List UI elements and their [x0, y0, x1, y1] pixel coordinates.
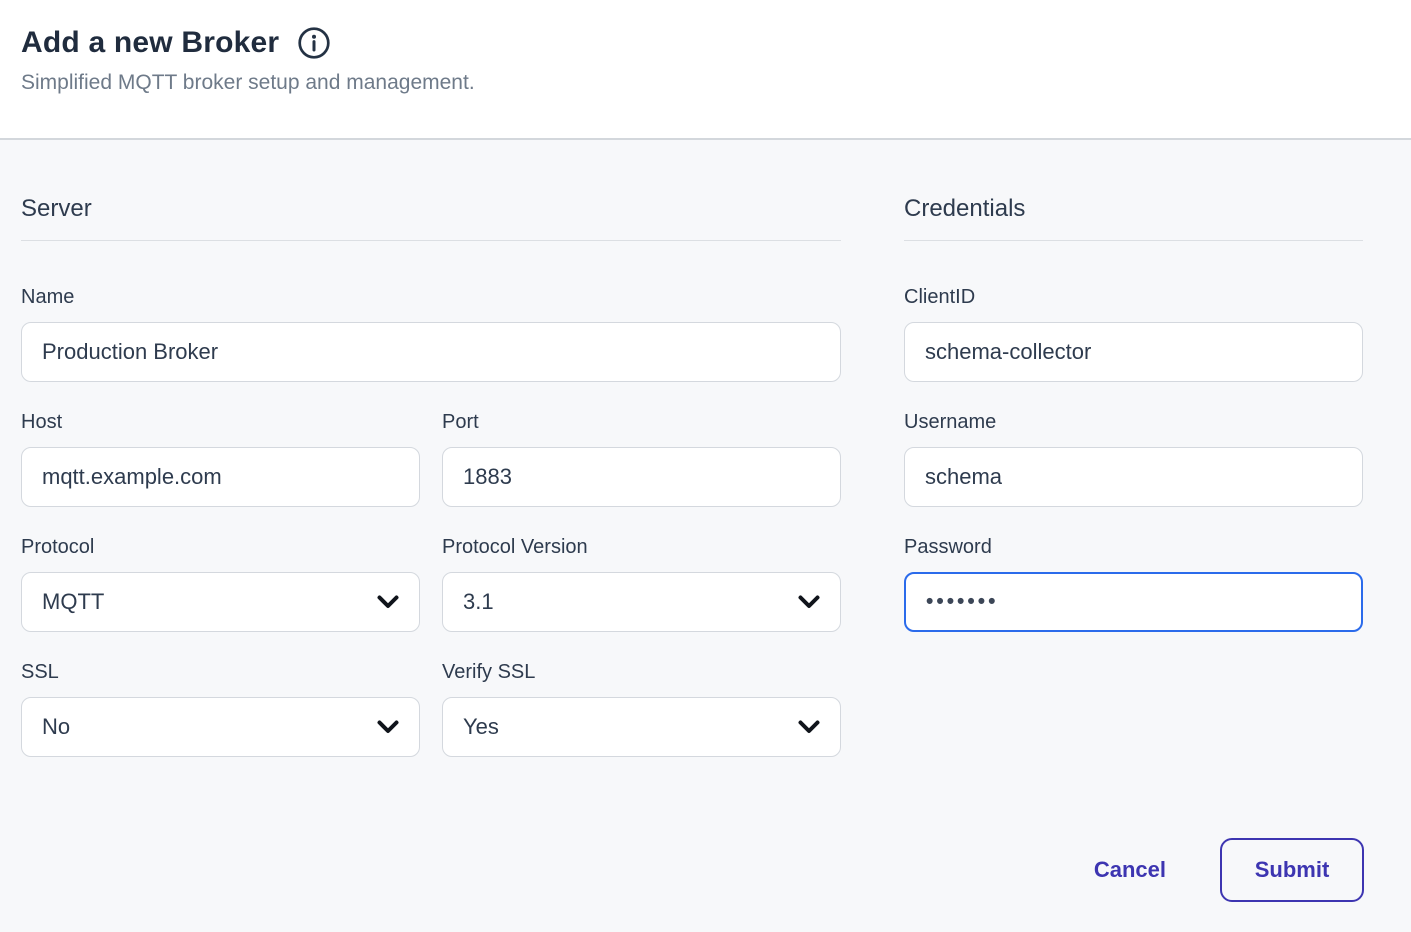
chevron-down-icon: [377, 720, 399, 734]
username-input[interactable]: [904, 447, 1363, 507]
ssl-select[interactable]: No: [21, 697, 420, 757]
credentials-section: Credentials ClientID Username Password: [904, 195, 1363, 661]
ssl-field-group: SSL No: [21, 661, 420, 757]
name-field-group: Name: [21, 286, 841, 382]
username-field-group: Username: [904, 411, 1363, 507]
protocol-label: Protocol: [21, 536, 420, 559]
submit-button[interactable]: Submit: [1220, 838, 1364, 902]
protocol-version-label: Protocol Version: [442, 536, 841, 559]
host-input[interactable]: [21, 447, 420, 507]
server-section-heading: Server: [21, 195, 841, 223]
server-section-divider: [21, 240, 841, 241]
username-label: Username: [904, 411, 1363, 434]
page-header: Add a new Broker Simplified MQTT broker …: [0, 0, 1411, 140]
password-input[interactable]: [904, 572, 1363, 632]
credentials-section-heading: Credentials: [904, 195, 1363, 223]
name-label: Name: [21, 286, 841, 309]
info-icon[interactable]: [297, 26, 331, 60]
server-section: Server Name Host Port Protocol: [21, 195, 841, 786]
name-input[interactable]: [21, 322, 841, 382]
ssl-selected-value: No: [42, 714, 70, 740]
password-field-group: Password: [904, 536, 1363, 632]
protocol-version-field-group: Protocol Version 3.1: [442, 536, 841, 632]
verify-ssl-label: Verify SSL: [442, 661, 841, 684]
broker-form: Server Name Host Port Protocol: [0, 140, 1411, 786]
port-field-group: Port: [442, 411, 841, 507]
cancel-button[interactable]: Cancel: [1094, 857, 1166, 883]
host-field-group: Host: [21, 411, 420, 507]
password-label: Password: [904, 536, 1363, 559]
protocol-selected-value: MQTT: [42, 589, 104, 615]
client-id-label: ClientID: [904, 286, 1363, 309]
chevron-down-icon: [798, 720, 820, 734]
form-actions: Cancel Submit: [0, 838, 1411, 902]
chevron-down-icon: [798, 595, 820, 609]
page-title: Add a new Broker: [21, 26, 279, 60]
protocol-select[interactable]: MQTT: [21, 572, 420, 632]
chevron-down-icon: [377, 595, 399, 609]
port-label: Port: [442, 411, 841, 434]
protocol-field-group: Protocol MQTT: [21, 536, 420, 632]
verify-ssl-select[interactable]: Yes: [442, 697, 841, 757]
page-subtitle: Simplified MQTT broker setup and managem…: [21, 71, 1390, 95]
protocol-version-selected-value: 3.1: [463, 589, 494, 615]
client-id-input[interactable]: [904, 322, 1363, 382]
verify-ssl-selected-value: Yes: [463, 714, 499, 740]
ssl-label: SSL: [21, 661, 420, 684]
credentials-section-divider: [904, 240, 1363, 241]
verify-ssl-field-group: Verify SSL Yes: [442, 661, 841, 757]
add-broker-page: Add a new Broker Simplified MQTT broker …: [0, 0, 1411, 932]
port-input[interactable]: [442, 447, 841, 507]
ssl-row: SSL No Verify SSL Yes: [21, 661, 841, 757]
protocol-row: Protocol MQTT Protocol Version 3.1: [21, 536, 841, 632]
host-label: Host: [21, 411, 420, 434]
protocol-version-select[interactable]: 3.1: [442, 572, 841, 632]
client-id-field-group: ClientID: [904, 286, 1363, 382]
host-port-row: Host Port: [21, 411, 841, 507]
